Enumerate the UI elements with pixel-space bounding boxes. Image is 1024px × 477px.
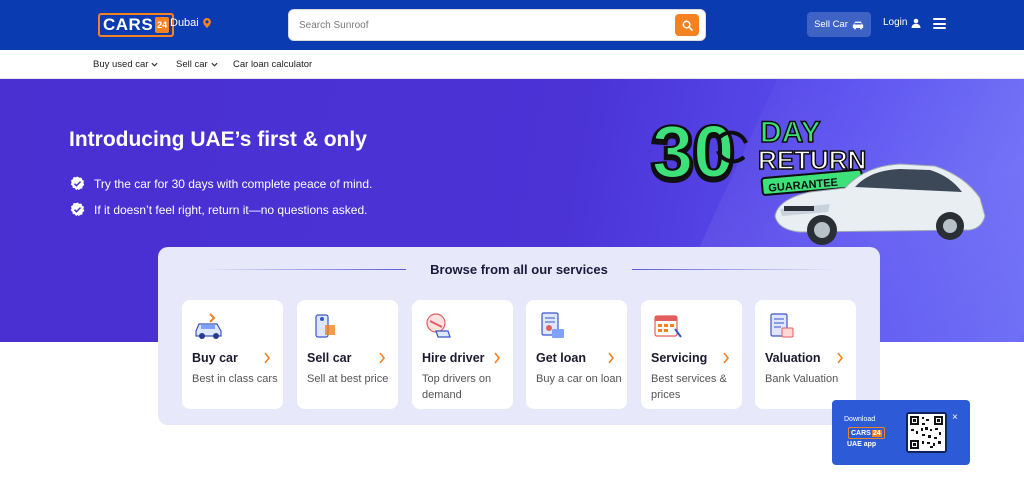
service-desc: Best in class cars [192, 373, 278, 385]
loan-document-icon [541, 312, 564, 338]
sedan-car-image [774, 163, 986, 245]
logo-text: CARS [103, 15, 154, 34]
chevron-down-icon [151, 62, 158, 67]
service-card-get-loan[interactable]: Get loan Buy a car on loan [526, 300, 627, 409]
nav-label: Sell car [176, 59, 208, 70]
popup-logo-number: 24 [871, 429, 882, 437]
service-title: Get loan [536, 351, 587, 365]
service-title: Sell car [307, 351, 352, 365]
search-input[interactable] [299, 10, 669, 40]
logo-box: CARS 24 [98, 13, 175, 37]
hero-point-text: Try the car for 30 days with complete pe… [94, 176, 373, 191]
search-bar [288, 9, 706, 41]
nav-sell-car[interactable]: Sell car [176, 59, 218, 70]
chevron-right-icon [837, 352, 844, 364]
service-desc: Sell at best price [307, 373, 389, 385]
search-button[interactable] [675, 14, 699, 36]
login-label: Login [883, 17, 908, 28]
check-badge-icon [70, 202, 85, 217]
service-desc: Best services & prices [651, 373, 727, 401]
chevron-right-icon [608, 352, 615, 364]
popup-cars24-logo: CARS 24 [848, 427, 885, 439]
divider-right [632, 269, 836, 270]
service-title: Valuation [765, 351, 821, 365]
service-card-valuation[interactable]: Valuation Bank Valuation [755, 300, 856, 409]
service-desc: Bank Valuation [765, 373, 839, 385]
calendar-tools-icon [654, 315, 682, 338]
badge-number: 30 [652, 110, 734, 193]
hero-point-1: Try the car for 30 days with complete pe… [70, 176, 372, 191]
download-app-name: UAE app [847, 441, 877, 448]
sell-car-label: Sell Car [814, 19, 848, 30]
nav-buy-used-car[interactable]: Buy used car [93, 59, 158, 70]
sell-car-button[interactable]: Sell Car [807, 12, 871, 37]
valuation-document-icon [770, 313, 794, 338]
hero-point-text: If it doesn’t feel right, return it—no q… [94, 202, 368, 217]
service-title: Hire driver [422, 351, 485, 365]
chevron-right-icon [264, 352, 271, 364]
driver-icon [426, 313, 451, 338]
top-header: CARS 24 Dubai Sell Car Login [0, 0, 1024, 50]
service-card-buy-car[interactable]: Buy car Best in class cars [182, 300, 283, 409]
login-link[interactable]: Login [883, 17, 921, 28]
nav-label: Buy used car [93, 59, 149, 70]
nav-car-loan-calculator[interactable]: Car loan calculator [233, 59, 312, 70]
chevron-right-icon [723, 352, 730, 364]
service-desc: Buy a car on loan [536, 373, 622, 385]
nav-label: Car loan calculator [233, 59, 313, 70]
qr-code-icon[interactable] [906, 412, 947, 453]
services-panel: Browse from all our services Buy car Bes… [158, 247, 880, 425]
check-badge-icon [70, 176, 85, 191]
service-title: Buy car [192, 351, 238, 365]
location-pin-icon [202, 18, 211, 28]
city-selector[interactable]: Dubai [170, 17, 211, 29]
car-icon [195, 313, 222, 339]
close-popup-button[interactable]: × [952, 412, 958, 423]
cars24-logo[interactable]: CARS 24 [98, 12, 175, 38]
hamburger-menu-icon[interactable] [933, 18, 946, 29]
service-title: Servicing [651, 351, 708, 365]
logo-number: 24 [155, 17, 170, 33]
search-icon [682, 20, 693, 31]
chevron-right-icon [379, 352, 386, 364]
price-tag-icon [315, 314, 335, 338]
city-label: Dubai [170, 17, 199, 29]
car-icon [852, 21, 864, 29]
hero-point-2: If it doesn’t feel right, return it—no q… [70, 202, 367, 217]
user-icon [911, 18, 921, 28]
service-card-sell-car[interactable]: Sell car Sell at best price [297, 300, 398, 409]
service-card-hire-driver[interactable]: Hire driver Top drivers on demand [412, 300, 513, 409]
download-label: Download [844, 416, 876, 423]
service-desc: Top drivers on demand [422, 373, 492, 401]
download-app-popup[interactable]: Download CARS 24 UAE app × [832, 400, 970, 465]
chevron-right-icon [494, 352, 501, 364]
hero-title: Introducing UAE’s first & only [69, 128, 367, 151]
service-card-servicing[interactable]: Servicing Best services & prices [641, 300, 742, 409]
sub-navigation: Buy used car Sell car Car loan calculato… [0, 50, 1024, 79]
chevron-down-icon [211, 62, 218, 67]
popup-logo-text: CARS [851, 429, 871, 437]
